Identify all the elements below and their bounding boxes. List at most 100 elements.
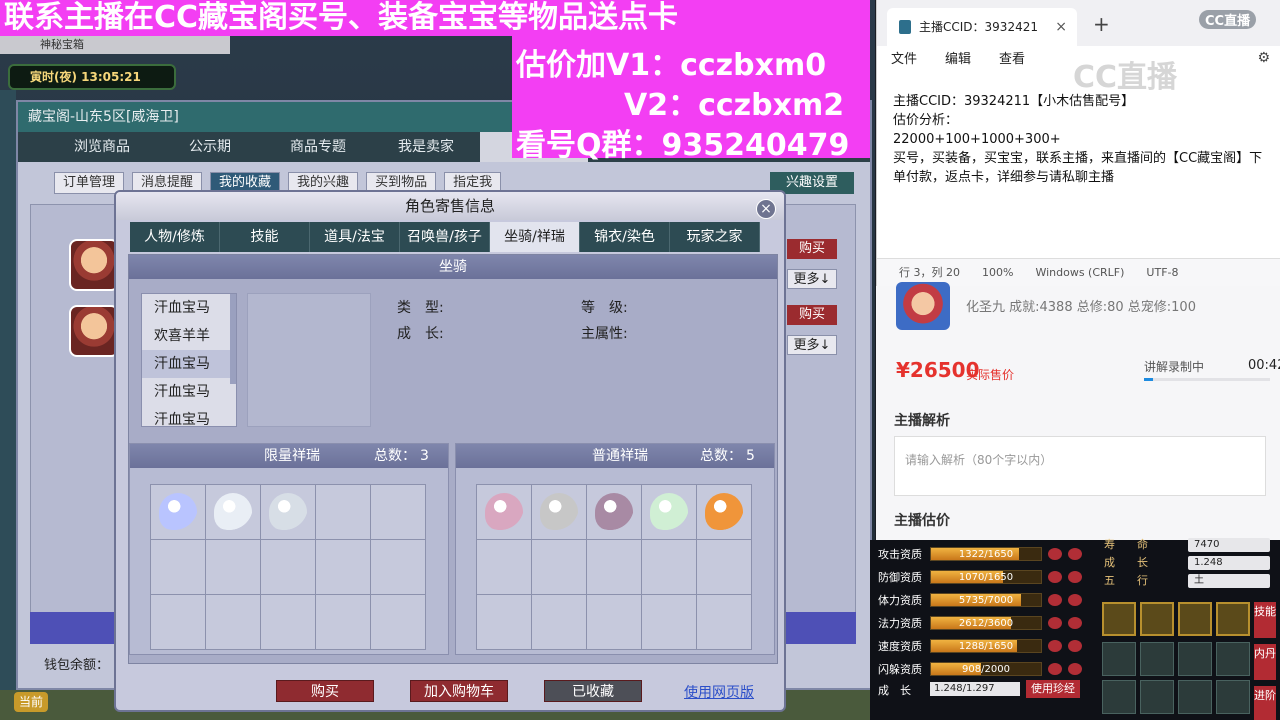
mount-item[interactable]: 欢喜羊羊 bbox=[142, 322, 236, 350]
list-item-buy-button[interactable]: 购买 bbox=[787, 305, 837, 325]
analysis-input[interactable]: 请输入解析（80个字以内） bbox=[894, 436, 1266, 496]
limited-pet-slot[interactable] bbox=[316, 485, 370, 539]
limited-pet-slot[interactable] bbox=[371, 485, 425, 539]
side-tab-button[interactable]: 进阶 bbox=[1254, 686, 1276, 720]
normal-pet-slot[interactable] bbox=[532, 595, 586, 649]
notepad-tab[interactable]: 主播CCID：3932421 × bbox=[887, 8, 1077, 46]
limited-pet-slot[interactable] bbox=[206, 485, 260, 539]
nav-publicity[interactable]: 公示期 bbox=[156, 132, 264, 162]
minus-icon[interactable] bbox=[1048, 617, 1062, 629]
limited-pet-slot[interactable] bbox=[151, 540, 205, 594]
buy-button[interactable]: 购买 bbox=[276, 680, 374, 702]
aptitude-bar: 5735/7000 bbox=[930, 593, 1042, 607]
normal-pet-slot[interactable] bbox=[477, 540, 531, 594]
side-tab-button[interactable]: 内丹 bbox=[1254, 644, 1276, 680]
pet-info-value: 7470 bbox=[1188, 538, 1270, 552]
normal-pet-slot[interactable] bbox=[697, 485, 751, 539]
limited-pet-slot[interactable] bbox=[261, 540, 315, 594]
pet-skill-icon[interactable] bbox=[1216, 602, 1250, 636]
aptitude-value: 5735/7000 bbox=[958, 595, 1014, 606]
list-item-more-button[interactable]: 更多↓ bbox=[787, 335, 837, 355]
plus-icon[interactable] bbox=[1068, 571, 1082, 583]
web-version-link[interactable]: 使用网页版 bbox=[684, 682, 754, 702]
game-tab[interactable]: 神秘宝箱 bbox=[18, 36, 84, 54]
normal-pet-slot[interactable] bbox=[642, 595, 696, 649]
menu-file[interactable]: 文件 bbox=[891, 46, 917, 74]
minus-icon[interactable] bbox=[1048, 663, 1062, 675]
limited-pet-slot[interactable] bbox=[261, 595, 315, 649]
tab-skills[interactable]: 技能 bbox=[220, 222, 310, 252]
list-item-avatar[interactable] bbox=[69, 239, 119, 291]
list-item-more-button[interactable]: 更多↓ bbox=[787, 269, 837, 289]
gear-icon[interactable]: ⚙ bbox=[1257, 50, 1270, 66]
plus-icon[interactable] bbox=[1068, 594, 1082, 606]
plus-icon[interactable] bbox=[1068, 663, 1082, 675]
plus-icon[interactable] bbox=[1068, 617, 1082, 629]
limited-pet-slot[interactable] bbox=[371, 595, 425, 649]
tab-items[interactable]: 道具/法宝 bbox=[310, 222, 400, 252]
limited-pet-slot[interactable] bbox=[371, 540, 425, 594]
tab-character[interactable]: 人物/修炼 bbox=[130, 222, 220, 252]
pet-skill-icon[interactable] bbox=[1102, 602, 1136, 636]
close-icon[interactable]: × bbox=[756, 199, 776, 219]
cc-watermark: CC直播 bbox=[1073, 60, 1178, 95]
limited-pet-slot[interactable] bbox=[151, 485, 205, 539]
mount-item[interactable]: 汗血宝马 bbox=[142, 350, 236, 378]
normal-pet-slot[interactable] bbox=[697, 540, 751, 594]
use-zhen-button[interactable]: 使用珍经 bbox=[1026, 680, 1080, 698]
nav-browse[interactable]: 浏览商品 bbox=[48, 132, 156, 162]
notepad-text[interactable]: 主播CCID：39324211【小木估售配号】 估价分析： 22000+100+… bbox=[893, 92, 1269, 187]
close-icon[interactable]: × bbox=[1055, 8, 1067, 46]
side-tab-button[interactable]: 技能 bbox=[1254, 602, 1276, 638]
recording-status: 讲解录制中 bbox=[1144, 360, 1205, 374]
new-tab-icon[interactable]: + bbox=[1093, 12, 1110, 36]
normal-pet-slot[interactable] bbox=[697, 595, 751, 649]
normal-pet-slot[interactable] bbox=[532, 540, 586, 594]
normal-pet-slot[interactable] bbox=[587, 485, 641, 539]
subnav-orders[interactable]: 订单管理 bbox=[54, 172, 125, 194]
limited-pet-slot[interactable] bbox=[316, 595, 370, 649]
limited-pet-slot[interactable] bbox=[151, 595, 205, 649]
mount-panel: 坐骑 汗血宝马 欢喜羊羊 汗血宝马 汗血宝马 汗血宝马 类 型: 成 长: 等 … bbox=[128, 254, 778, 664]
minus-icon[interactable] bbox=[1048, 571, 1062, 583]
tab-mounts[interactable]: 坐骑/祥瑞 bbox=[490, 222, 580, 252]
limited-pets-count: 3 bbox=[420, 448, 429, 464]
normal-pet-slot[interactable] bbox=[587, 540, 641, 594]
minus-icon[interactable] bbox=[1048, 548, 1062, 560]
limited-pet-slot[interactable] bbox=[261, 485, 315, 539]
nav-topics[interactable]: 商品专题 bbox=[264, 132, 372, 162]
tab-home[interactable]: 玩家之家 bbox=[670, 222, 760, 252]
normal-pet-slot[interactable] bbox=[477, 595, 531, 649]
mount-item[interactable]: 汗血宝马 bbox=[142, 378, 236, 406]
mount-item[interactable]: 汗血宝马 bbox=[142, 294, 236, 322]
list-item-buy-button[interactable]: 购买 bbox=[787, 239, 837, 259]
aptitude-value: 908/2000 bbox=[962, 664, 1010, 675]
normal-pet-slot[interactable] bbox=[587, 595, 641, 649]
pet-skill-icon[interactable] bbox=[1178, 602, 1212, 636]
favorited-button[interactable]: 已收藏 bbox=[544, 680, 642, 702]
menu-view[interactable]: 查看 bbox=[999, 46, 1025, 74]
normal-pet-slot[interactable] bbox=[642, 540, 696, 594]
plus-icon[interactable] bbox=[1068, 548, 1082, 560]
menu-edit[interactable]: 编辑 bbox=[945, 46, 971, 74]
nav-seller[interactable]: 我是卖家 bbox=[372, 132, 480, 162]
normal-pet-slot[interactable] bbox=[532, 485, 586, 539]
list-item-avatar[interactable] bbox=[69, 305, 119, 357]
mount-item[interactable]: 汗血宝马 bbox=[142, 406, 236, 426]
add-to-cart-button[interactable]: 加入购物车 bbox=[410, 680, 508, 702]
plus-icon[interactable] bbox=[1068, 640, 1082, 652]
normal-pet-slot[interactable] bbox=[642, 485, 696, 539]
now-button[interactable]: 当前 bbox=[14, 692, 48, 712]
minus-icon[interactable] bbox=[1048, 640, 1062, 652]
minus-icon[interactable] bbox=[1048, 594, 1062, 606]
tab-outfits[interactable]: 锦衣/染色 bbox=[580, 222, 670, 252]
normal-pet-slot[interactable] bbox=[477, 485, 531, 539]
limited-pet-slot[interactable] bbox=[206, 540, 260, 594]
pet-skill-icon[interactable] bbox=[1140, 602, 1174, 636]
tab-pets[interactable]: 召唤兽/孩子 bbox=[400, 222, 490, 252]
normal-pet-sprite bbox=[705, 493, 743, 531]
limited-pet-slot[interactable] bbox=[316, 540, 370, 594]
limited-pet-slot[interactable] bbox=[206, 595, 260, 649]
notepad-tab-title: 主播CCID：3932421 bbox=[919, 20, 1038, 34]
mount-list-scrollbar[interactable] bbox=[230, 294, 236, 384]
